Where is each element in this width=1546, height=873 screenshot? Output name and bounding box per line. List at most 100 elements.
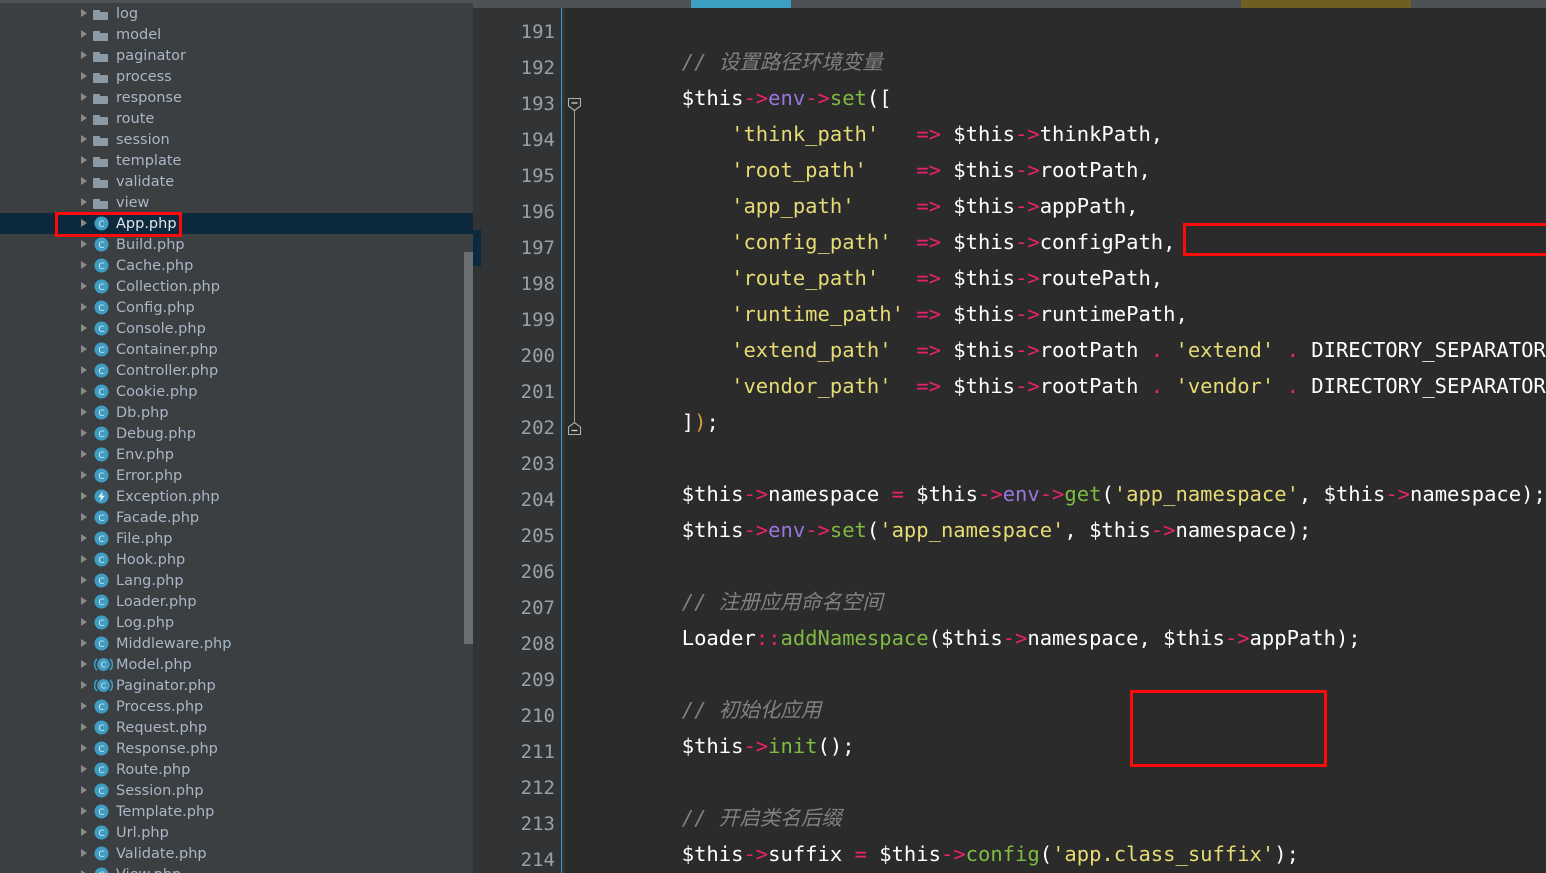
chevron-right-icon[interactable] xyxy=(78,570,92,591)
tree-item-console-php[interactable]: C Console.php xyxy=(0,318,473,339)
chevron-right-icon[interactable] xyxy=(78,402,92,423)
chevron-right-icon[interactable] xyxy=(78,591,92,612)
chevron-right-icon[interactable] xyxy=(78,843,92,864)
tree-item-app-php[interactable]: C App.php xyxy=(0,213,473,234)
tree-item-route-php[interactable]: C Route.php xyxy=(0,759,473,780)
chevron-right-icon[interactable] xyxy=(78,801,92,822)
chevron-right-icon[interactable] xyxy=(78,486,92,507)
code-line-211[interactable]: $this->init(); xyxy=(583,728,1546,764)
code-line-208[interactable]: Loader::addNamespace($this->namespace, $… xyxy=(583,620,1546,656)
code-line-210[interactable]: // 初始化应用 xyxy=(583,692,1546,728)
chevron-right-icon[interactable] xyxy=(78,528,92,549)
tree-item-url-php[interactable]: C Url.php xyxy=(0,822,473,843)
tree-item-loader-php[interactable]: C Loader.php xyxy=(0,591,473,612)
code-line-192[interactable]: // 设置路径环境变量 xyxy=(583,44,1546,80)
chevron-right-icon[interactable] xyxy=(78,507,92,528)
code-line-202[interactable]: ]); xyxy=(583,404,1546,440)
chevron-right-icon[interactable] xyxy=(78,675,92,696)
tree-item-error-php[interactable]: C Error.php xyxy=(0,465,473,486)
code-line-212[interactable] xyxy=(583,764,1546,800)
chevron-right-icon[interactable] xyxy=(78,780,92,801)
chevron-right-icon[interactable] xyxy=(78,864,92,873)
tree-item-validate[interactable]: validate xyxy=(0,171,473,192)
tree-item-view-php[interactable]: CView.php xyxy=(0,864,473,873)
tree-item-cookie-php[interactable]: C Cookie.php xyxy=(0,381,473,402)
tree-item-process[interactable]: process xyxy=(0,66,473,87)
chevron-right-icon[interactable] xyxy=(78,213,92,234)
tree-item-db-php[interactable]: C Db.php xyxy=(0,402,473,423)
code-line-207[interactable]: // 注册应用命名空间 xyxy=(583,584,1546,620)
code-line-204[interactable]: $this->namespace = $this->env->get('app_… xyxy=(583,476,1546,512)
tree-item-config-php[interactable]: C Config.php xyxy=(0,297,473,318)
chevron-right-icon[interactable] xyxy=(78,297,92,318)
chevron-right-icon[interactable] xyxy=(78,3,92,24)
chevron-right-icon[interactable] xyxy=(78,612,92,633)
chevron-right-icon[interactable] xyxy=(78,192,92,213)
tree-item-collection-php[interactable]: C Collection.php xyxy=(0,276,473,297)
tree-item-log[interactable]: log xyxy=(0,3,473,24)
code-line-191[interactable] xyxy=(583,8,1546,44)
project-tree-list[interactable]: log model paginator process response route ses… xyxy=(0,3,473,873)
tree-item-paginator[interactable]: paginator xyxy=(0,45,473,66)
chevron-right-icon[interactable] xyxy=(78,696,92,717)
code-line-203[interactable] xyxy=(583,440,1546,476)
code-line-193[interactable]: $this->env->set([ xyxy=(583,80,1546,116)
project-tree-panel[interactable]: log model paginator process response route ses… xyxy=(0,0,473,873)
chevron-right-icon[interactable] xyxy=(78,360,92,381)
code-line-205[interactable]: $this->env->set('app_namespace', $this->… xyxy=(583,512,1546,548)
chevron-right-icon[interactable] xyxy=(78,108,92,129)
chevron-right-icon[interactable] xyxy=(78,66,92,87)
code-line-197[interactable]: 'config_path' => $this->configPath, xyxy=(583,224,1546,260)
chevron-right-icon[interactable] xyxy=(78,423,92,444)
code-line-195[interactable]: 'root_path' => $this->rootPath, xyxy=(583,152,1546,188)
tree-item-process-php[interactable]: C Process.php xyxy=(0,696,473,717)
chevron-right-icon[interactable] xyxy=(78,255,92,276)
code-line-206[interactable] xyxy=(583,548,1546,584)
code-line-194[interactable]: 'think_path' => $this->thinkPath, xyxy=(583,116,1546,152)
chevron-right-icon[interactable] xyxy=(78,654,92,675)
code-line-209[interactable] xyxy=(583,656,1546,692)
tree-item-file-php[interactable]: C File.php xyxy=(0,528,473,549)
tree-item-facade-php[interactable]: C Facade.php xyxy=(0,507,473,528)
chevron-right-icon[interactable] xyxy=(78,276,92,297)
tree-item-log-php[interactable]: C Log.php xyxy=(0,612,473,633)
tree-item-validate-php[interactable]: C Validate.php xyxy=(0,843,473,864)
chevron-right-icon[interactable] xyxy=(78,444,92,465)
tree-item-exception-php[interactable]: Exception.php xyxy=(0,486,473,507)
tree-item-session[interactable]: session xyxy=(0,129,473,150)
tree-item-lang-php[interactable]: C Lang.php xyxy=(0,570,473,591)
tree-item-debug-php[interactable]: C Debug.php xyxy=(0,423,473,444)
chevron-right-icon[interactable] xyxy=(78,45,92,66)
chevron-right-icon[interactable] xyxy=(78,171,92,192)
fold-collapse-icon[interactable] xyxy=(567,97,582,112)
chevron-right-icon[interactable] xyxy=(78,759,92,780)
tree-item-middleware-php[interactable]: C Middleware.php xyxy=(0,633,473,654)
chevron-right-icon[interactable] xyxy=(78,234,92,255)
tree-item-paginator-php[interactable]: C Paginator.php xyxy=(0,675,473,696)
chevron-right-icon[interactable] xyxy=(78,549,92,570)
tree-item-response-php[interactable]: C Response.php xyxy=(0,738,473,759)
tree-item-container-php[interactable]: C Container.php xyxy=(0,339,473,360)
tree-item-template[interactable]: template xyxy=(0,150,473,171)
tree-item-response[interactable]: response xyxy=(0,87,473,108)
chevron-right-icon[interactable] xyxy=(78,87,92,108)
fold-collapse-icon[interactable] xyxy=(567,421,582,436)
code-line-198[interactable]: 'route_path' => $this->routePath, xyxy=(583,260,1546,296)
code-line-200[interactable]: 'extend_path' => $this->rootPath . 'exte… xyxy=(583,332,1546,368)
code-line-214[interactable]: $this->suffix = $this->config('app.class… xyxy=(583,836,1546,872)
chevron-right-icon[interactable] xyxy=(78,822,92,843)
tree-item-request-php[interactable]: C Request.php xyxy=(0,717,473,738)
chevron-right-icon[interactable] xyxy=(78,633,92,654)
code-folding-column[interactable] xyxy=(561,8,582,873)
chevron-right-icon[interactable] xyxy=(78,717,92,738)
code-line-199[interactable]: 'runtime_path' => $this->runtimePath, xyxy=(583,296,1546,332)
tree-item-session-php[interactable]: C Session.php xyxy=(0,780,473,801)
tree-item-controller-php[interactable]: C Controller.php xyxy=(0,360,473,381)
code-line-201[interactable]: 'vendor_path' => $this->rootPath . 'vend… xyxy=(583,368,1546,404)
chevron-right-icon[interactable] xyxy=(78,738,92,759)
project-tree-scrollbar[interactable] xyxy=(464,252,473,644)
chevron-right-icon[interactable] xyxy=(78,129,92,150)
chevron-right-icon[interactable] xyxy=(78,318,92,339)
code-line-196[interactable]: 'app_path' => $this->appPath, xyxy=(583,188,1546,224)
chevron-right-icon[interactable] xyxy=(78,150,92,171)
